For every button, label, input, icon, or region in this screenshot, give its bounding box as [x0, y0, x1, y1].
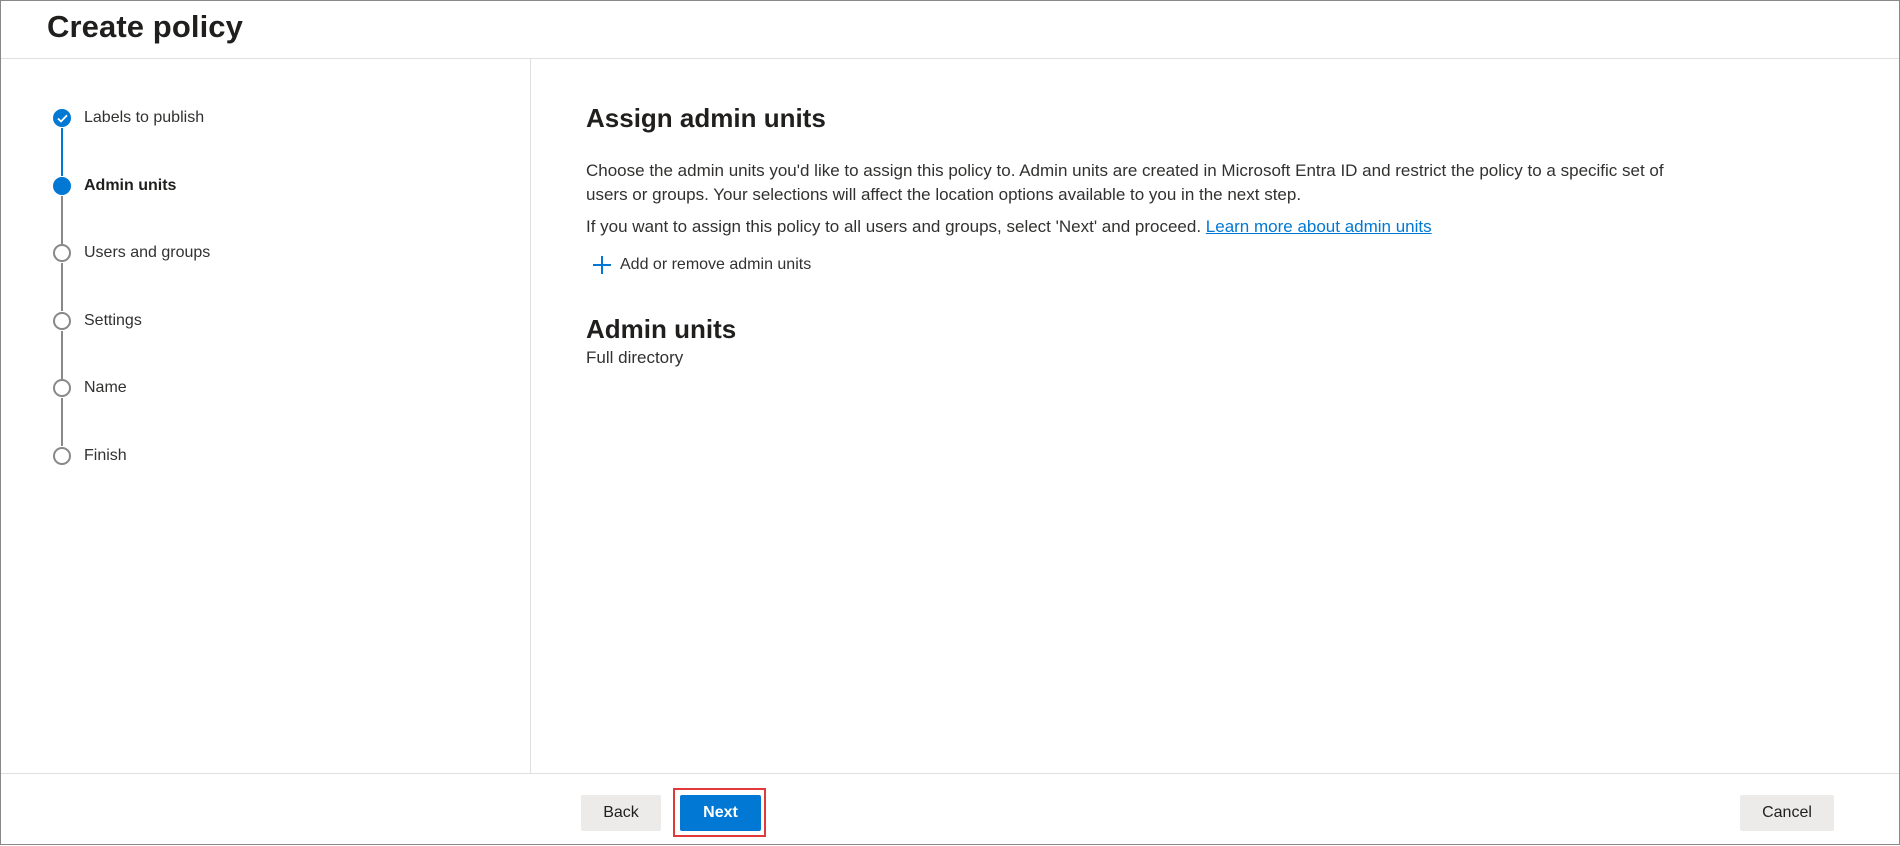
page-header: Create policy [1, 1, 1899, 59]
all-users-text: If you want to assign this policy to all… [586, 215, 1432, 239]
add-remove-admin-units-label: Add or remove admin units [620, 256, 812, 273]
step-pending-icon [53, 244, 71, 262]
page-title: Create policy [47, 9, 243, 44]
step-label: Admin units [84, 176, 177, 194]
create-policy-window: Create policy Labels to publish Admin un… [0, 0, 1900, 845]
all-users-instruction: If you want to assign this policy to all… [586, 217, 1202, 236]
cancel-button[interactable]: Cancel [1740, 795, 1834, 831]
step-label: Users and groups [84, 244, 211, 261]
back-button[interactable]: Back [581, 795, 661, 831]
add-remove-admin-units-button[interactable]: Add or remove admin units [592, 253, 811, 277]
step-pending-icon [53, 446, 71, 465]
step-label: Labels to publish [84, 109, 205, 126]
next-button[interactable]: Next [680, 795, 761, 831]
admin-units-value: Full directory [586, 348, 684, 367]
step-connector [61, 128, 63, 176]
step-current-icon [53, 176, 71, 195]
step-pending-icon [53, 379, 71, 397]
wizard-footer: Back Next Cancel [1, 773, 1899, 846]
next-button-highlight: Next [673, 788, 766, 837]
section-heading: Assign admin units [586, 103, 826, 133]
step-label: Settings [84, 311, 142, 329]
wizard-steps-pane: Labels to publish Admin units Users and … [1, 59, 531, 773]
learn-more-link[interactable]: Learn more about admin units [1206, 217, 1432, 236]
step-connector [61, 398, 63, 446]
step-pending-icon [53, 311, 71, 330]
step-complete-check-icon [53, 109, 71, 127]
step-connector [61, 195, 63, 244]
step-connector [61, 330, 63, 379]
step-connector [61, 263, 63, 311]
step-label: Finish [84, 446, 127, 464]
description-text: Choose the admin units you'd like to ass… [586, 161, 1664, 204]
step-label: Name [84, 379, 127, 396]
plus-icon [592, 255, 612, 275]
admin-units-heading: Admin units [586, 314, 737, 344]
